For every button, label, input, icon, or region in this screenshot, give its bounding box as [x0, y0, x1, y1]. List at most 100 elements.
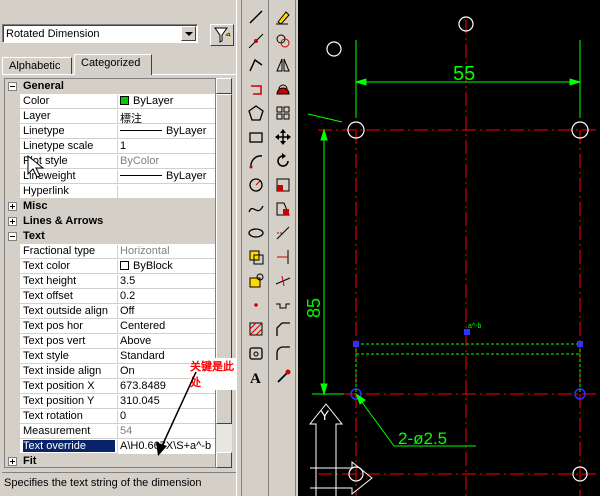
property-value[interactable]: ByLayer	[117, 125, 215, 139]
property-row-text-color[interactable]: Text color ByBlock	[5, 259, 215, 274]
property-value[interactable]: 1	[117, 140, 215, 154]
category-label: Misc	[23, 200, 48, 212]
centerlines	[318, 20, 600, 496]
property-row-linetype-scale[interactable]: Linetype scale 1	[5, 139, 215, 154]
trim-icon[interactable]	[272, 222, 294, 244]
palette-dock-bar[interactable]	[236, 0, 242, 496]
point-icon[interactable]	[245, 294, 267, 316]
stretch-icon[interactable]	[272, 198, 294, 220]
object-type-dropdown[interactable]: Rotated Dimension	[2, 24, 198, 43]
circle-icon[interactable]	[245, 174, 267, 196]
line-icon[interactable]	[245, 6, 267, 28]
property-name: Layer	[23, 110, 51, 122]
move-icon[interactable]	[272, 126, 294, 148]
explode-icon[interactable]	[272, 366, 294, 388]
property-row-text-offset[interactable]: Text offset 0.2	[5, 289, 215, 304]
rectangle-icon[interactable]	[245, 126, 267, 148]
property-row-color[interactable]: Color ByLayer	[5, 94, 215, 109]
property-name: Text position Y	[23, 395, 95, 407]
property-value[interactable]: Centered	[117, 320, 215, 334]
expand-icon[interactable]	[8, 217, 17, 226]
ellipse-icon[interactable]	[245, 222, 267, 244]
property-value-text: Standard	[120, 350, 165, 362]
scroll-up-button[interactable]	[216, 78, 232, 94]
property-value[interactable]: 3.5	[117, 275, 215, 289]
chevron-down-icon[interactable]	[181, 26, 196, 41]
mirror-icon[interactable]	[272, 54, 294, 76]
insert-block-icon[interactable]	[245, 246, 267, 268]
multiline-text-icon[interactable]: A	[245, 366, 267, 388]
construction-line-icon[interactable]	[245, 30, 267, 52]
make-block-icon[interactable]	[245, 270, 267, 292]
override-text-preview: a^-b	[468, 323, 482, 330]
row-gutter	[5, 109, 20, 124]
region-icon[interactable]	[245, 342, 267, 364]
hatch-icon[interactable]	[245, 318, 267, 340]
category-text[interactable]: Text	[5, 229, 215, 244]
property-row-text-style[interactable]: Text style Standard	[5, 349, 215, 364]
offset-icon[interactable]	[272, 78, 294, 100]
category-lines-arrows[interactable]: Lines & Arrows	[5, 214, 215, 229]
array-icon[interactable]	[272, 102, 294, 124]
tab-alphabetic[interactable]: Alphabetic	[2, 57, 72, 75]
scale-icon[interactable]	[272, 174, 294, 196]
expand-icon[interactable]	[8, 202, 17, 211]
property-value-text: Off	[120, 305, 135, 317]
row-gutter	[5, 184, 20, 199]
fillet-icon[interactable]	[272, 342, 294, 364]
property-value[interactable]: ByLayer	[117, 95, 215, 109]
property-value[interactable]: Horizontal	[117, 245, 215, 259]
arc-undo-icon[interactable]	[245, 78, 267, 100]
tab-categorized[interactable]: Categorized	[74, 54, 152, 75]
collapse-icon[interactable]	[8, 232, 17, 241]
tab-alphabetic-label: Alphabetic	[9, 60, 61, 72]
expand-icon[interactable]	[8, 457, 17, 466]
property-value[interactable]: Off	[117, 305, 215, 319]
property-value[interactable]: Above	[117, 335, 215, 349]
property-row-fractional-type[interactable]: Fractional type Horizontal	[5, 244, 215, 259]
rotate-icon[interactable]	[272, 150, 294, 172]
property-name: Hyperlink	[23, 185, 69, 197]
quick-select-button[interactable]	[210, 24, 234, 46]
row-gutter	[5, 394, 20, 409]
spline-icon[interactable]	[245, 198, 267, 220]
chamfer-icon[interactable]	[272, 318, 294, 340]
property-value[interactable]: ByColor	[117, 155, 215, 169]
polygon-icon[interactable]	[245, 102, 267, 124]
property-name: Text inside align	[23, 365, 102, 377]
row-gutter	[5, 169, 20, 184]
property-value-text: ByLayer	[166, 125, 207, 137]
collapse-icon[interactable]	[8, 82, 17, 91]
row-gutter	[5, 139, 20, 154]
erase-icon[interactable]	[272, 6, 294, 28]
property-value[interactable]: ByBlock	[117, 260, 215, 274]
property-row-text-pos-vert[interactable]: Text pos vert Above	[5, 334, 215, 349]
property-value[interactable]: 標注	[117, 110, 215, 124]
property-value[interactable]: 0.2	[117, 290, 215, 304]
property-row-text-height[interactable]: Text height 3.5	[5, 274, 215, 289]
drawing-canvas[interactable]: 55 85 a^-b 2-ø2.5 Y	[298, 0, 600, 496]
property-value[interactable]	[117, 185, 215, 199]
property-row-hyperlink[interactable]: Hyperlink	[5, 184, 215, 199]
row-gutter	[5, 289, 20, 304]
arc-icon[interactable]	[245, 150, 267, 172]
category-misc[interactable]: Misc	[5, 199, 215, 214]
property-row-text-outside-align[interactable]: Text outside align Off	[5, 304, 215, 319]
property-name: Text rotation	[23, 410, 83, 422]
dimension-85	[307, 113, 344, 396]
lengthen-icon[interactable]	[272, 270, 294, 292]
row-gutter	[5, 304, 20, 319]
break-icon[interactable]	[272, 294, 294, 316]
row-gutter	[5, 259, 20, 274]
extend-icon[interactable]	[272, 246, 294, 268]
funnel-icon	[214, 27, 231, 43]
property-row-linetype[interactable]: Linetype ByLayer	[5, 124, 215, 139]
property-value[interactable]: ByLayer	[117, 170, 215, 184]
category-general[interactable]: General	[5, 79, 215, 94]
property-row-text-pos-hor[interactable]: Text pos hor Centered	[5, 319, 215, 334]
property-value-text: 標注	[120, 113, 142, 124]
property-name: Text outside align	[23, 305, 108, 317]
polyline-icon[interactable]	[245, 54, 267, 76]
copy-icon[interactable]	[272, 30, 294, 52]
property-row-layer[interactable]: Layer 標注	[5, 109, 215, 124]
